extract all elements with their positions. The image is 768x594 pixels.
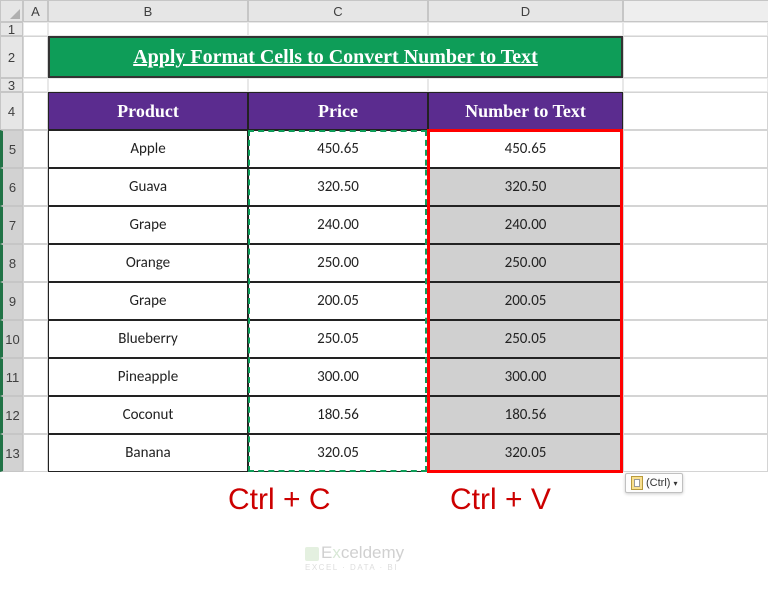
cell-C3[interactable] (248, 78, 428, 92)
cell-A9[interactable] (23, 282, 48, 320)
cell-A3[interactable] (23, 78, 48, 92)
cell-E11[interactable] (623, 358, 768, 396)
cell-A5[interactable] (23, 130, 48, 168)
shortcut-copy-label: Ctrl + C (228, 483, 331, 517)
cell-n2t[interactable]: 180.56 (428, 396, 623, 434)
cell-price[interactable]: 320.05 (248, 434, 428, 472)
watermark-text: Exceldemy (321, 543, 404, 562)
cell-E3[interactable] (623, 78, 768, 92)
cell-product[interactable]: Apple (48, 130, 248, 168)
cell-E13[interactable] (623, 434, 768, 472)
cell-price[interactable]: 300.00 (248, 358, 428, 396)
title-text: Apply Format Cells to Convert Number to … (133, 46, 538, 69)
row-header-11[interactable]: 11 (0, 358, 23, 396)
cell-product[interactable]: Grape (48, 206, 248, 244)
cell-E1[interactable] (623, 22, 768, 36)
watermark: Exceldemy EXCEL · DATA · BI (305, 543, 404, 572)
cell-n2t[interactable]: 320.05 (428, 434, 623, 472)
chevron-down-icon: ▾ (673, 479, 677, 488)
title-banner: Apply Format Cells to Convert Number to … (48, 36, 623, 78)
row-header-13[interactable]: 13 (0, 434, 23, 472)
header-product[interactable]: Product (48, 92, 248, 130)
cell-E6[interactable] (623, 168, 768, 206)
cell-D3[interactable] (428, 78, 623, 92)
cell-n2t[interactable]: 320.50 (428, 168, 623, 206)
col-header-B[interactable]: B (48, 0, 248, 22)
cell-A1[interactable] (23, 22, 48, 36)
cell-E9[interactable] (623, 282, 768, 320)
cell-n2t[interactable]: 250.05 (428, 320, 623, 358)
cell-n2t[interactable]: 240.00 (428, 206, 623, 244)
cell-E4[interactable] (623, 92, 768, 130)
cell-D1[interactable] (428, 22, 623, 36)
col-header-A[interactable]: A (23, 0, 48, 22)
col-header-C[interactable]: C (248, 0, 428, 22)
cell-product[interactable]: Guava (48, 168, 248, 206)
cell-A2[interactable] (23, 36, 48, 78)
cell-C1[interactable] (248, 22, 428, 36)
cell-n2t[interactable]: 200.05 (428, 282, 623, 320)
cell-product[interactable]: Orange (48, 244, 248, 282)
cell-price[interactable]: 240.00 (248, 206, 428, 244)
row-header-4[interactable]: 4 (0, 92, 23, 130)
cell-price[interactable]: 250.05 (248, 320, 428, 358)
cell-A13[interactable] (23, 434, 48, 472)
cell-product[interactable]: Blueberry (48, 320, 248, 358)
cell-A4[interactable] (23, 92, 48, 130)
cell-price[interactable]: 200.05 (248, 282, 428, 320)
paste-options-button[interactable]: (Ctrl) ▾ (625, 473, 683, 493)
row-header-6[interactable]: 6 (0, 168, 23, 206)
cell-price[interactable]: 250.00 (248, 244, 428, 282)
cell-price[interactable]: 180.56 (248, 396, 428, 434)
cell-n2t[interactable]: 250.00 (428, 244, 623, 282)
row-header-2[interactable]: 2 (0, 36, 23, 78)
spreadsheet-grid: A B C D 1 2 Apply Format Cells to Conver… (0, 0, 768, 472)
cell-E5[interactable] (623, 130, 768, 168)
select-all-corner[interactable] (0, 0, 23, 22)
cell-product[interactable]: Banana (48, 434, 248, 472)
cell-E2[interactable] (623, 36, 768, 78)
row-header-5[interactable]: 5 (0, 130, 23, 168)
clipboard-icon (631, 476, 643, 490)
header-price[interactable]: Price (248, 92, 428, 130)
cell-A8[interactable] (23, 244, 48, 282)
cell-A12[interactable] (23, 396, 48, 434)
cell-product[interactable]: Coconut (48, 396, 248, 434)
cell-product[interactable]: Grape (48, 282, 248, 320)
cell-product[interactable]: Pineapple (48, 358, 248, 396)
cell-B3[interactable] (48, 78, 248, 92)
cell-A10[interactable] (23, 320, 48, 358)
cell-A6[interactable] (23, 168, 48, 206)
paste-options-label: (Ctrl) (646, 477, 670, 489)
shortcut-paste-label: Ctrl + V (450, 483, 551, 517)
cell-price[interactable]: 450.65 (248, 130, 428, 168)
cell-price[interactable]: 320.50 (248, 168, 428, 206)
cell-A7[interactable] (23, 206, 48, 244)
cell-B1[interactable] (48, 22, 248, 36)
watermark-sub: EXCEL · DATA · BI (305, 563, 404, 572)
col-header-next[interactable] (623, 0, 768, 22)
cell-E7[interactable] (623, 206, 768, 244)
cell-E12[interactable] (623, 396, 768, 434)
row-header-9[interactable]: 9 (0, 282, 23, 320)
row-header-10[interactable]: 10 (0, 320, 23, 358)
row-header-3[interactable]: 3 (0, 78, 23, 92)
cell-E8[interactable] (623, 244, 768, 282)
watermark-logo-icon (305, 547, 319, 561)
col-header-D[interactable]: D (428, 0, 623, 22)
row-header-12[interactable]: 12 (0, 396, 23, 434)
row-header-7[interactable]: 7 (0, 206, 23, 244)
cell-A11[interactable] (23, 358, 48, 396)
row-header-1[interactable]: 1 (0, 22, 23, 36)
cell-n2t[interactable]: 450.65 (428, 130, 623, 168)
row-header-8[interactable]: 8 (0, 244, 23, 282)
header-number-to-text[interactable]: Number to Text (428, 92, 623, 130)
cell-n2t[interactable]: 300.00 (428, 358, 623, 396)
cell-E10[interactable] (623, 320, 768, 358)
